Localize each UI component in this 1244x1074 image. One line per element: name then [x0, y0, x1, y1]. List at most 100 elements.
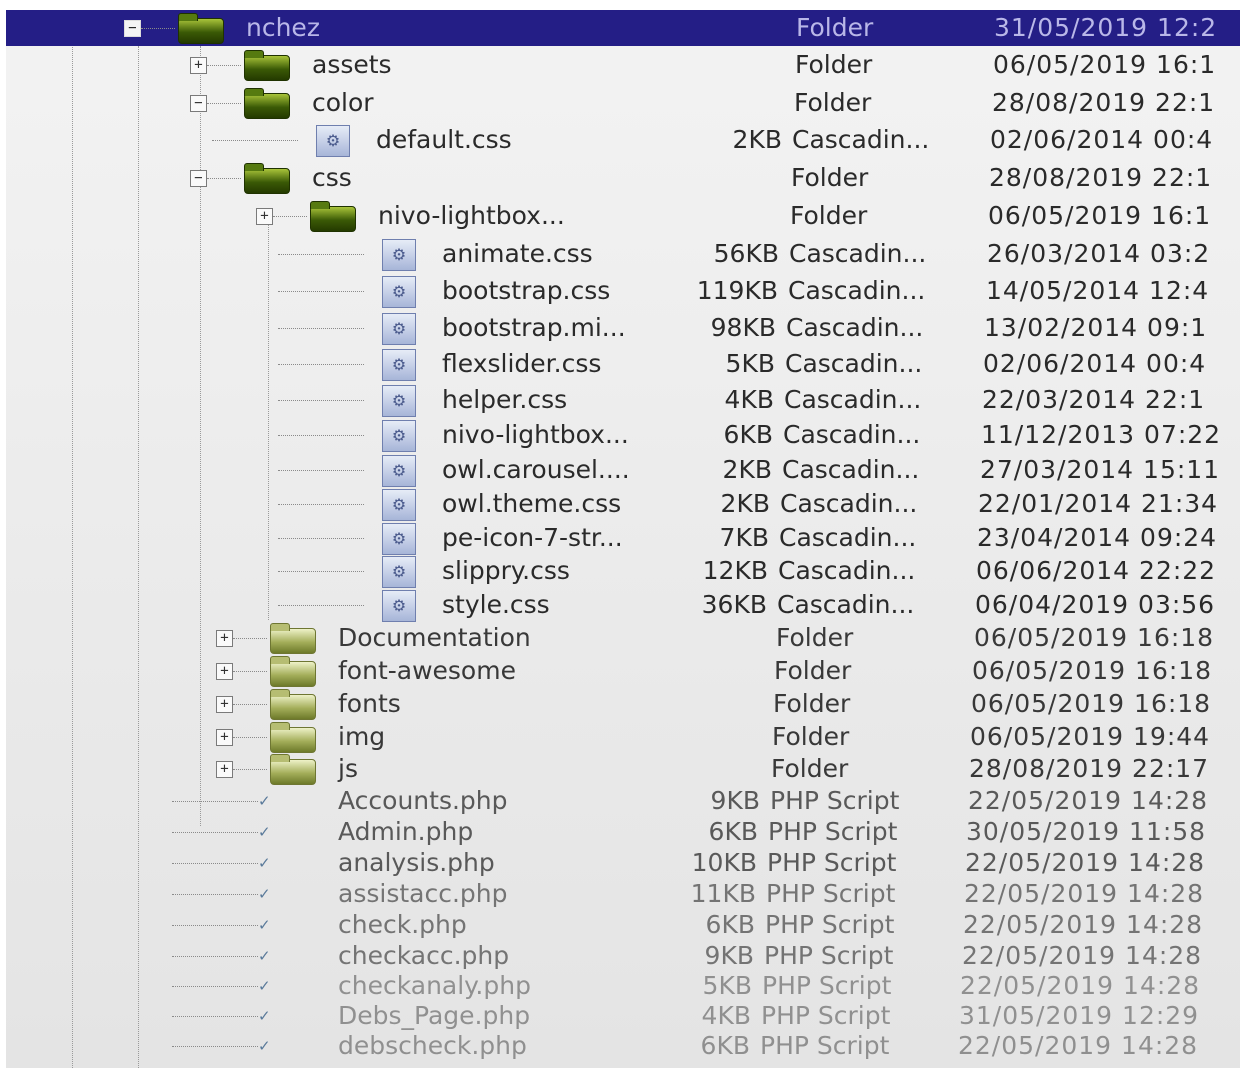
folder-row[interactable]: + font-awesome Folder 06/05/2019 16:18: [6, 653, 1240, 689]
folder-icon: [270, 722, 316, 753]
file-size: 6KB: [700, 1031, 750, 1060]
file-size: 6KB: [723, 420, 773, 449]
file-row[interactable]: ✓ debscheck.php 6KB PHP Script 22/05/2019 14…: [6, 1028, 1240, 1064]
css-file-icon: ⚙: [316, 125, 350, 157]
css-file-icon: ⚙: [382, 239, 416, 271]
tree-connector: [172, 925, 258, 926]
php-script-icon: ✓: [258, 823, 271, 841]
tree-connector: [207, 178, 241, 179]
file-type: Folder: [795, 50, 873, 79]
date-modified: 06/04/2019 03:56: [975, 590, 1216, 619]
file-size: 12KB: [702, 556, 768, 585]
date-modified: 23/04/2014 09:24: [977, 523, 1218, 552]
folder-row[interactable]: + js Folder 28/08/2019 22:17: [6, 751, 1240, 787]
folder-row[interactable]: + assets Folder 06/05/2019 16:1: [6, 47, 1240, 83]
file-name: img: [338, 722, 386, 751]
plus-box-icon[interactable]: +: [216, 729, 233, 746]
file-row[interactable]: ⚙ helper.css 4KB Cascadin... 22/03/2014 22:1: [6, 382, 1240, 418]
file-type: Cascadin...: [788, 276, 926, 305]
tree-connector: [278, 254, 364, 255]
file-row[interactable]: ⚙ owl.theme.css 2KB Cascadin... 22/01/2014 2…: [6, 486, 1240, 522]
minus-box-icon[interactable]: −: [190, 170, 207, 187]
plus-box-icon[interactable]: +: [216, 630, 233, 647]
date-modified: 06/05/2019 16:18: [974, 623, 1215, 652]
tree-connector: [278, 328, 364, 329]
file-name: nchez: [246, 13, 320, 42]
php-script-icon: ✓: [258, 1007, 271, 1025]
file-size: 7KB: [719, 523, 769, 552]
file-row[interactable]: ⚙ animate.css 56KB Cascadin... 26/03/2014 03…: [6, 236, 1240, 272]
php-script-icon: ✓: [258, 1037, 271, 1055]
folder-row[interactable]: + fonts Folder 06/05/2019 16:18: [6, 686, 1240, 722]
file-row[interactable]: ⚙ default.css 2KB Cascadin... 02/06/2014 00:…: [6, 122, 1240, 158]
php-script-icon: ✓: [258, 885, 271, 903]
file-type: Folder: [796, 13, 874, 42]
file-type: Folder: [773, 689, 851, 718]
folder-icon: [244, 88, 290, 119]
file-name: nivo-lightbox...: [442, 420, 629, 449]
folder-row[interactable]: + Documentation Folder 06/05/2019 16:18: [6, 620, 1240, 656]
date-modified: 28/08/2019 22:1: [992, 88, 1216, 117]
file-type: Cascadin...: [778, 556, 916, 585]
tree-connector: [278, 291, 364, 292]
tree-connector: [233, 671, 267, 672]
folder-row[interactable]: − color Folder 28/08/2019 22:1: [6, 85, 1240, 121]
date-modified: 06/05/2019 16:1: [993, 50, 1217, 79]
php-script-icon: ✓: [258, 977, 271, 995]
file-size: 2KB: [722, 455, 772, 484]
file-type: Folder: [771, 754, 849, 783]
plus-box-icon[interactable]: +: [216, 663, 233, 680]
folder-row[interactable]: − css Folder 28/08/2019 22:1: [6, 160, 1240, 196]
file-name: color: [312, 88, 374, 117]
file-name: assets: [312, 50, 392, 79]
tree-connector: [278, 571, 364, 572]
php-script-icon: ✓: [258, 916, 271, 934]
file-row[interactable]: ⚙ pe-icon-7-str... 7KB Cascadin... 23/04/201…: [6, 520, 1240, 556]
file-row[interactable]: ⚙ flexslider.css 5KB Cascadin... 02/06/2014 …: [6, 346, 1240, 382]
css-file-icon: ⚙: [382, 489, 416, 521]
file-row[interactable]: ⚙ bootstrap.css 119KB Cascadin... 14/05/2014…: [6, 273, 1240, 309]
tree-connector: [172, 832, 258, 833]
file-name: helper.css: [442, 385, 568, 414]
file-type: Cascadin...: [779, 523, 917, 552]
file-size: 5KB: [725, 349, 775, 378]
file-row[interactable]: ⚙ style.css 36KB Cascadin... 06/04/2019 03:5…: [6, 587, 1240, 623]
file-size: 56KB: [713, 239, 779, 268]
folder-row[interactable]: + nivo-lightbox... Folder 06/05/2019 16:1: [6, 198, 1240, 234]
folder-icon: [270, 689, 316, 720]
tree-connector: [273, 216, 307, 217]
file-name: slippry.css: [442, 556, 570, 585]
file-type: Cascadin...: [780, 489, 918, 518]
minus-box-icon[interactable]: −: [190, 95, 207, 112]
plus-box-icon[interactable]: +: [216, 761, 233, 778]
date-modified: 06/05/2019 16:1: [988, 201, 1212, 230]
date-modified: 06/06/2014 22:22: [976, 556, 1217, 585]
file-row[interactable]: ⚙ nivo-lightbox... 6KB Cascadin... 11/12/201…: [6, 417, 1240, 453]
file-type: Cascadin...: [777, 590, 915, 619]
file-row[interactable]: ⚙ slippry.css 12KB Cascadin... 06/06/2014 22…: [6, 553, 1240, 589]
tree-connector: [172, 1046, 258, 1047]
date-modified: 28/08/2019 22:1: [989, 163, 1213, 192]
date-modified: 06/05/2019 16:18: [972, 656, 1213, 685]
minus-box-icon[interactable]: −: [124, 20, 141, 37]
file-row[interactable]: ⚙ bootstrap.mi... 98KB Cascadin... 13/02/201…: [6, 310, 1240, 346]
file-size: 2KB: [720, 489, 770, 518]
tree-connector: [278, 364, 364, 365]
file-row[interactable]: ⚙ owl.carousel.... 2KB Cascadin... 27/03/201…: [6, 452, 1240, 488]
file-type: PHP Script: [760, 1031, 890, 1060]
tree-connector: [233, 769, 267, 770]
file-name: fonts: [338, 689, 401, 718]
plus-box-icon[interactable]: +: [256, 208, 273, 225]
file-type: Cascadin...: [782, 455, 920, 484]
tree-connector: [207, 65, 241, 66]
file-name: Documentation: [338, 623, 531, 652]
folder-row[interactable]: + img Folder 06/05/2019 19:44: [6, 719, 1240, 755]
plus-box-icon[interactable]: +: [190, 57, 207, 74]
plus-box-icon[interactable]: +: [216, 696, 233, 713]
date-modified: 02/06/2014 00:4: [983, 349, 1207, 378]
css-file-icon: ⚙: [382, 590, 416, 622]
tree-connector: [172, 986, 258, 987]
folder-row[interactable]: − nchez Folder 31/05/2019 12:2: [6, 10, 1240, 46]
php-script-icon: ✓: [258, 792, 271, 810]
file-size: 2KB: [732, 125, 782, 154]
